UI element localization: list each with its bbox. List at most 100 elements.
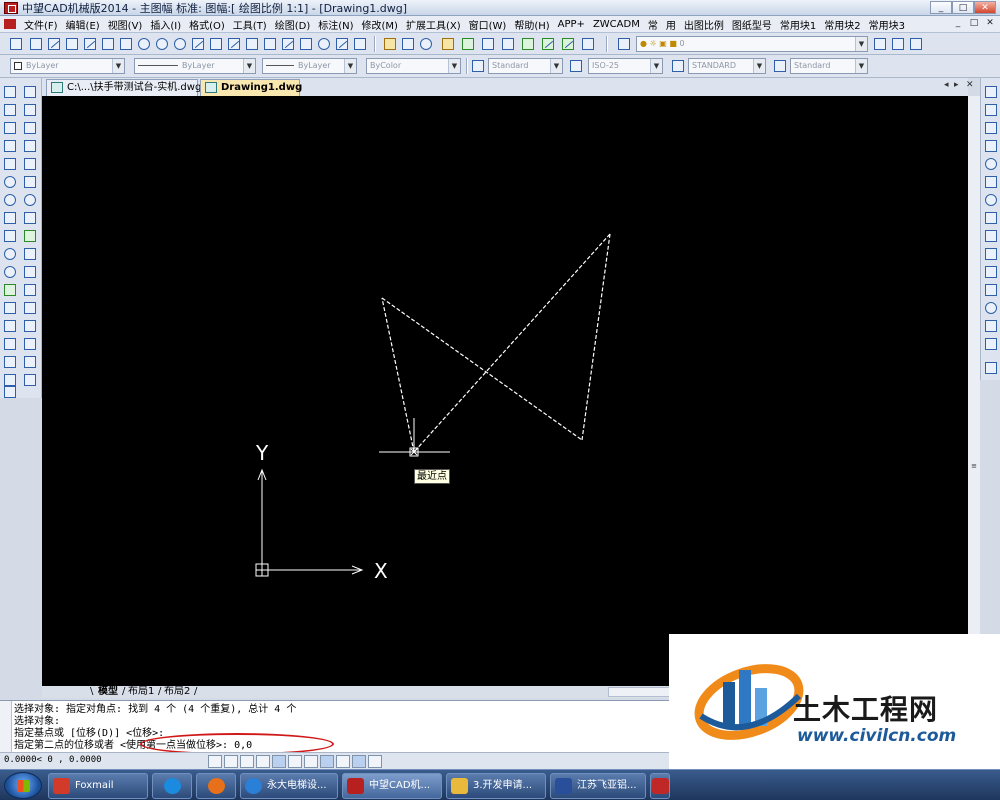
mech-tool-23-icon[interactable] [418, 36, 434, 52]
copy-tool-icon[interactable] [22, 102, 38, 118]
mech-tool-6-icon[interactable] [100, 36, 116, 52]
dim-edit-icon[interactable] [983, 318, 999, 334]
break-tool-icon[interactable] [22, 282, 38, 298]
offset-tool-icon[interactable] [22, 138, 38, 154]
doc-minimize-button[interactable]: _ [950, 18, 966, 31]
jogged-dim-icon[interactable] [983, 174, 999, 190]
plotstyle-dropdown[interactable]: ByColor ▼ [366, 58, 461, 74]
lineweight-toggle-icon[interactable] [304, 755, 318, 768]
table-style-dropdown[interactable]: STANDARD ▼ [688, 58, 766, 74]
region-tool-icon[interactable] [2, 354, 18, 370]
mech-tool-9-icon[interactable] [154, 36, 170, 52]
menu-app-plus[interactable]: APP+ [554, 19, 589, 30]
scroll-grip-icon[interactable]: ≡ [969, 462, 979, 472]
center-mark-icon[interactable] [983, 300, 999, 316]
tab-close-icon[interactable]: ✕ [966, 80, 974, 90]
join-tool-icon[interactable] [22, 300, 38, 316]
dim-text-edit-icon[interactable] [983, 336, 999, 352]
text-style-icon[interactable] [470, 58, 486, 74]
polygon-tool-icon[interactable] [2, 138, 18, 154]
mech-tool-1-icon[interactable] [8, 36, 24, 52]
layer-tool-icon[interactable] [908, 36, 924, 52]
continue-dim-icon[interactable] [983, 264, 999, 280]
taskbar-folder[interactable]: 3.开发申请... [446, 773, 546, 799]
tab-drawing1-dwg[interactable]: Drawing1.dwg [200, 79, 302, 96]
tab-scroll-right-icon[interactable]: ▸ [954, 80, 959, 90]
mech-tool-31-icon[interactable] [580, 36, 596, 52]
menu-plot-scale[interactable]: 出图比例 [680, 17, 728, 32]
tab-handrail-test-dwg[interactable]: C:\...\扶手带测试台-实机.dwg [46, 79, 201, 96]
menu-dimension[interactable]: 标注(N) [314, 17, 357, 32]
edit-tool-icon[interactable] [22, 372, 38, 388]
linetype-dropdown[interactable]: ByLayer ▼ [134, 58, 256, 74]
baseline-dim-icon[interactable] [983, 246, 999, 262]
grid-toggle-icon[interactable] [224, 755, 238, 768]
move-tool-icon[interactable] [22, 174, 38, 190]
mech-tool-21-icon[interactable] [382, 36, 398, 52]
scale-tool-icon[interactable] [22, 210, 38, 226]
point-tool-icon[interactable] [2, 318, 18, 334]
arc-length-dim-icon[interactable] [983, 120, 999, 136]
menu-zwcadm[interactable]: ZWCADM [589, 19, 644, 30]
mech-tool-22-icon[interactable] [400, 36, 416, 52]
mech-tool-19-icon[interactable] [334, 36, 350, 52]
make-object-layer-current-icon[interactable] [872, 36, 888, 52]
tab-scroll-left-icon[interactable]: ◂ [944, 80, 949, 90]
ordinate-dim-icon[interactable] [983, 138, 999, 154]
command-window-grip[interactable] [0, 701, 12, 753]
mech-tool-26-icon[interactable] [480, 36, 496, 52]
mech-tool-20-icon[interactable] [352, 36, 368, 52]
mech-tool-5-icon[interactable] [82, 36, 98, 52]
hatch-tool-icon[interactable] [2, 336, 18, 352]
menu-edit[interactable]: 编辑(E) [62, 17, 104, 32]
scroll-arrow-icon[interactable]: \ [90, 686, 93, 698]
color-dropdown[interactable]: ByLayer ▼ [10, 58, 125, 74]
otrack-toggle-icon[interactable] [288, 755, 302, 768]
taskbar-sogou[interactable] [152, 773, 192, 799]
mech-tool-18-icon[interactable] [316, 36, 332, 52]
mech-tool-15-icon[interactable] [262, 36, 278, 52]
mech-tool-11-icon[interactable] [190, 36, 206, 52]
extend-tool-icon[interactable] [22, 264, 38, 280]
menu-common-block-1[interactable]: 常用块1 [776, 17, 820, 32]
tray-settings-icon[interactable] [352, 755, 366, 768]
erase-tool-icon[interactable] [22, 84, 38, 100]
rotate-tool-icon[interactable] [22, 192, 38, 208]
diameter-dim-icon[interactable] [983, 192, 999, 208]
doc-close-button[interactable]: ✕ [982, 18, 998, 31]
taskbar-zwcad[interactable]: 中望CAD机... [342, 773, 442, 799]
menu-window[interactable]: 窗口(W) [465, 17, 511, 32]
mech-tool-24-icon[interactable] [440, 36, 456, 52]
polar-toggle-icon[interactable] [256, 755, 270, 768]
mech-tool-27-icon[interactable] [500, 36, 516, 52]
dim-style-icon[interactable] [568, 58, 584, 74]
dim-style-dropdown[interactable]: ISO-25 ▼ [588, 58, 663, 74]
ellipse-arc-tool-icon[interactable] [2, 264, 18, 280]
mirror-tool-icon[interactable] [22, 120, 38, 136]
mech-tool-16-icon[interactable] [280, 36, 296, 52]
multileader-style-dropdown[interactable]: Standard ▼ [790, 58, 868, 74]
osnap-toggle-icon[interactable] [272, 755, 286, 768]
angular-dim-icon[interactable] [983, 210, 999, 226]
trim-tool-icon[interactable] [22, 246, 38, 262]
mech-tool-28-icon[interactable] [520, 36, 536, 52]
mech-tool-14-icon[interactable] [244, 36, 260, 52]
drawing-canvas[interactable]: Y X [42, 96, 968, 686]
mech-tool-10-icon[interactable] [172, 36, 188, 52]
snap-toggle-icon[interactable] [208, 755, 222, 768]
mech-tool-7-icon[interactable] [118, 36, 134, 52]
menu-view[interactable]: 视图(V) [104, 17, 147, 32]
taskbar-ie-elevator[interactable]: 永大电梯设... [240, 773, 338, 799]
stretch-tool-icon[interactable] [22, 228, 38, 244]
menu-modify[interactable]: 修改(M) [358, 17, 402, 32]
mech-tool-25-icon[interactable] [460, 36, 476, 52]
taskbar-document[interactable]: 江苏飞亚铝... [550, 773, 646, 799]
mech-tool-3-icon[interactable] [46, 36, 62, 52]
make-block-icon[interactable] [2, 300, 18, 316]
mech-tool-13-icon[interactable] [226, 36, 242, 52]
menu-draw[interactable]: 绘图(D) [271, 17, 315, 32]
mech-tool-17-icon[interactable] [298, 36, 314, 52]
mtext-tool-icon[interactable] [2, 384, 18, 400]
mech-tool-29-icon[interactable] [540, 36, 556, 52]
polyline-tool-icon[interactable] [2, 120, 18, 136]
